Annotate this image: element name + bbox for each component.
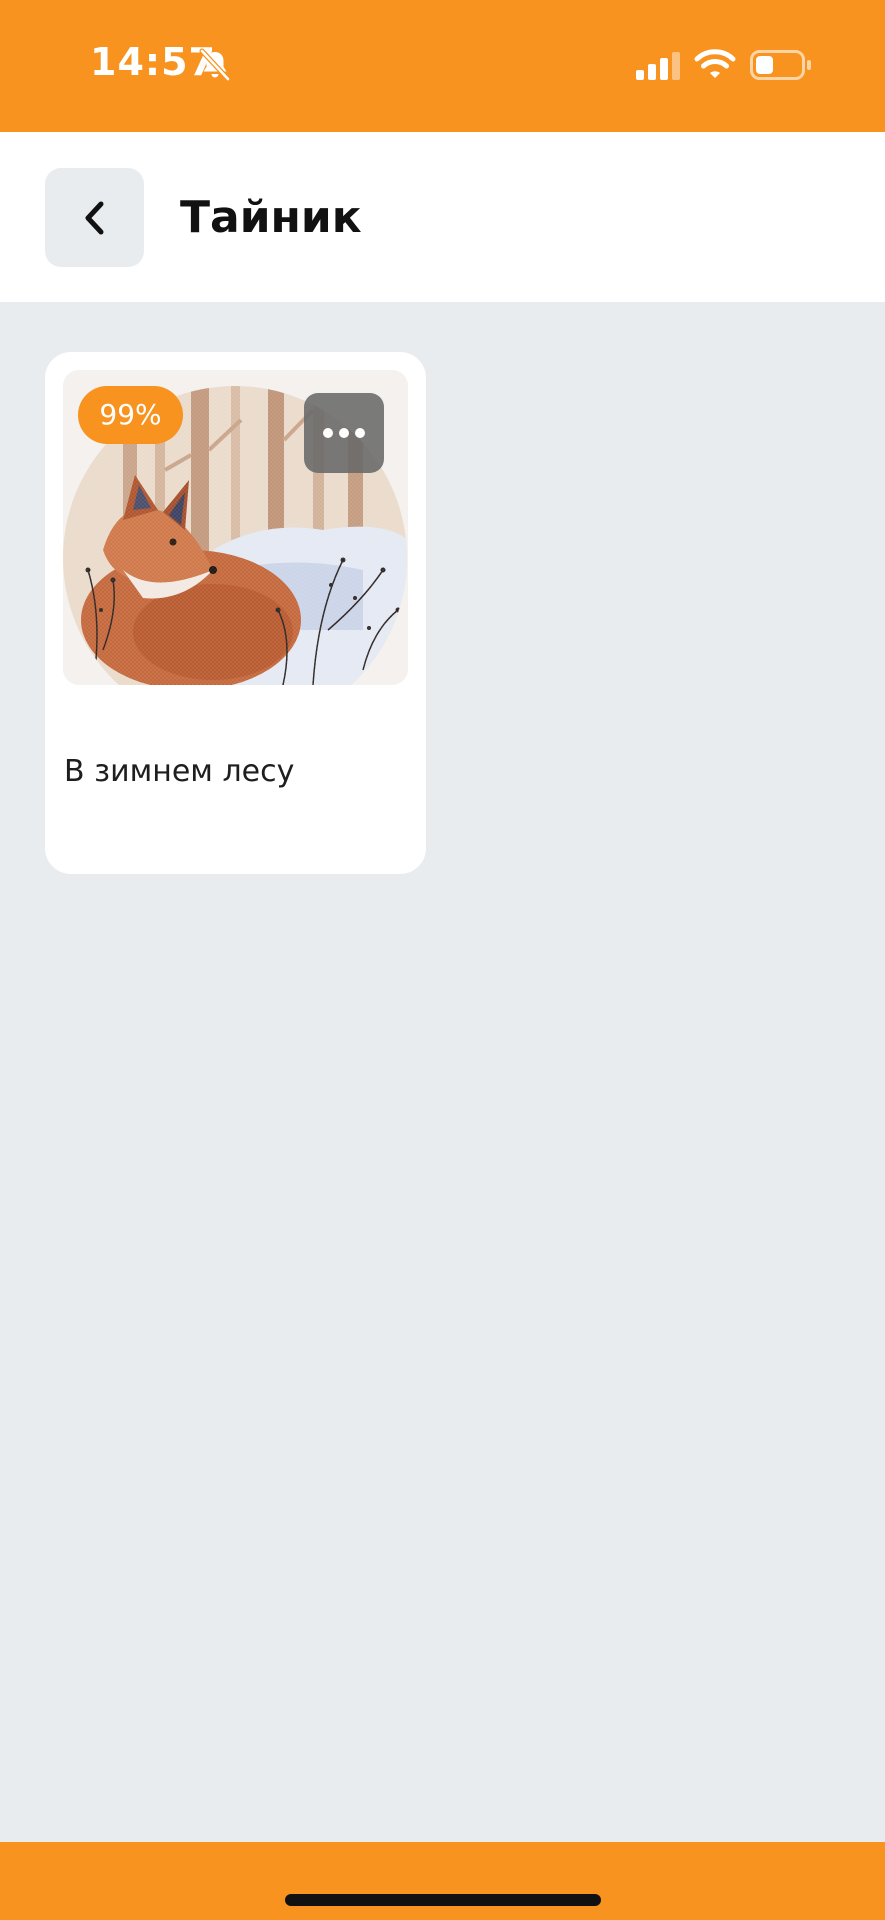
- wifi-icon: [694, 49, 736, 78]
- home-indicator[interactable]: [285, 1894, 601, 1906]
- cellular-signal-icon: [636, 52, 680, 80]
- bell-slash-icon: [199, 48, 231, 82]
- back-button[interactable]: [45, 168, 144, 267]
- battery-icon: [750, 50, 811, 80]
- card-title: В зимнем лесу: [64, 754, 295, 789]
- bottom-bar: [0, 1842, 885, 1920]
- header: Тайник: [0, 132, 885, 302]
- chevron-left-icon: [85, 201, 103, 234]
- project-card[interactable]: 99% В зимнем лесу: [45, 352, 426, 874]
- status-bar: 14:57: [0, 0, 885, 132]
- page-title: Тайник: [180, 192, 362, 243]
- progress-badge: 99%: [78, 386, 183, 444]
- more-horizontal-icon: [323, 428, 365, 438]
- more-options-button[interactable]: [304, 393, 384, 473]
